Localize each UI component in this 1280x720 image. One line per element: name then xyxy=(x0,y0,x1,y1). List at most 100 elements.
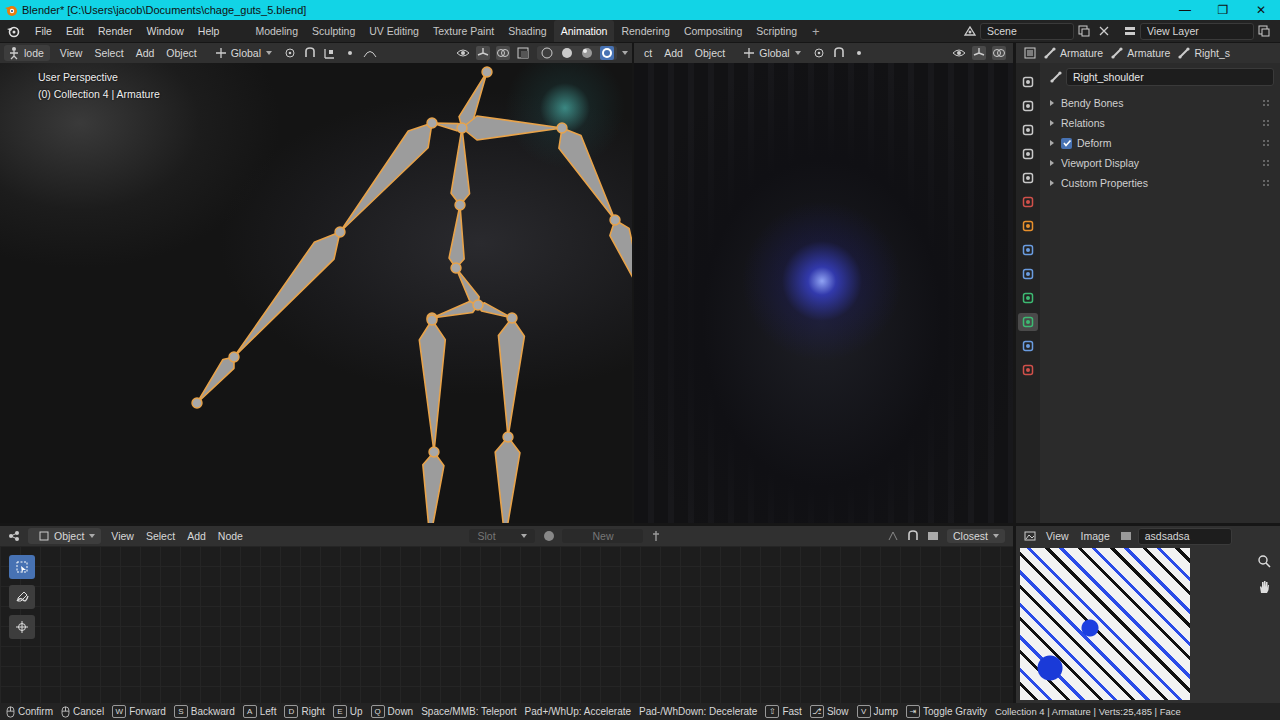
drag-handle-icon[interactable] xyxy=(1262,139,1270,147)
bone-name-field[interactable]: Right_shoulder xyxy=(1066,68,1274,86)
visibility-icon[interactable] xyxy=(456,46,470,60)
orientation-dropdown[interactable]: Global xyxy=(735,45,804,61)
properties-tab[interactable] xyxy=(1018,313,1038,331)
expand-arrow-icon[interactable] xyxy=(1050,120,1054,126)
proportional-edit-icon[interactable] xyxy=(852,46,866,60)
material-icon[interactable] xyxy=(542,529,556,543)
snap-icon[interactable] xyxy=(906,529,920,543)
bone[interactable] xyxy=(419,320,445,452)
header-menu-item[interactable]: Select xyxy=(88,47,129,59)
properties-tab[interactable] xyxy=(1018,145,1038,163)
drag-handle-icon[interactable] xyxy=(1262,99,1270,107)
properties-tab[interactable] xyxy=(1018,241,1038,259)
tool-button[interactable] xyxy=(9,585,35,609)
xray-icon[interactable] xyxy=(516,46,530,60)
image-browse-icon[interactable] xyxy=(1119,529,1133,543)
bone[interactable] xyxy=(451,128,469,205)
bone-joint[interactable] xyxy=(427,118,437,128)
bone-joint[interactable] xyxy=(503,432,513,442)
solid-shading-icon[interactable] xyxy=(560,46,574,60)
add-workspace-button[interactable]: + xyxy=(804,20,828,42)
bone-joint[interactable] xyxy=(429,447,439,457)
workspace-tab[interactable]: Scripting xyxy=(749,20,804,42)
properties-tab[interactable] xyxy=(1018,169,1038,187)
header-menu-item[interactable]: ct xyxy=(638,47,658,59)
header-menu-item[interactable]: Object xyxy=(160,47,202,59)
bone[interactable] xyxy=(498,318,524,437)
panel-checkbox[interactable] xyxy=(1061,138,1072,149)
header-menu-item[interactable]: Node xyxy=(212,530,249,542)
properties-tab[interactable] xyxy=(1018,361,1038,379)
bone-joint[interactable] xyxy=(473,300,483,310)
header-menu-item[interactable]: Image xyxy=(1075,530,1116,542)
header-menu-item[interactable]: Add xyxy=(130,47,161,59)
image-editor-icon[interactable] xyxy=(1023,529,1037,543)
close-icon[interactable] xyxy=(1097,24,1111,38)
expand-arrow-icon[interactable] xyxy=(1050,100,1054,106)
bone-joint[interactable] xyxy=(482,67,492,77)
workspace-tab[interactable]: Animation xyxy=(554,20,615,42)
properties-editor-icon[interactable] xyxy=(1023,46,1037,60)
scene-field[interactable]: Scene xyxy=(980,23,1074,40)
overlay-icon[interactable] xyxy=(496,46,510,60)
workspace-tab[interactable]: Compositing xyxy=(677,20,749,42)
gizmo-icon[interactable] xyxy=(972,46,986,60)
orientation-dropdown[interactable]: Global xyxy=(207,45,276,61)
bone-joint[interactable] xyxy=(557,123,567,133)
render-preview[interactable] xyxy=(634,63,1013,523)
properties-panel-header[interactable]: Deform xyxy=(1046,133,1274,153)
zoom-icon[interactable] xyxy=(1257,554,1271,568)
tool-button[interactable] xyxy=(9,555,35,579)
menu-item[interactable]: Render xyxy=(91,23,139,39)
tool-button[interactable] xyxy=(9,615,35,639)
view-layer-field[interactable]: View Layer xyxy=(1140,23,1254,40)
properties-tab[interactable] xyxy=(1018,337,1038,355)
pan-hand-icon[interactable] xyxy=(1257,580,1271,594)
drag-handle-icon[interactable] xyxy=(1262,119,1270,127)
wireframe-shading-icon[interactable] xyxy=(540,46,554,60)
properties-tab[interactable] xyxy=(1018,121,1038,139)
bone[interactable] xyxy=(432,301,478,318)
workspace-tab[interactable]: Shading xyxy=(501,20,554,42)
material-shading-icon[interactable] xyxy=(580,46,594,60)
shader-type-dropdown[interactable]: Object xyxy=(28,528,101,544)
mode-dropdown[interactable]: lode xyxy=(4,45,50,61)
expand-arrow-icon[interactable] xyxy=(1050,180,1054,186)
pivot-icon[interactable] xyxy=(283,46,297,60)
menu-item[interactable]: Help xyxy=(191,23,227,39)
properties-panel-header[interactable]: Custom Properties xyxy=(1046,173,1274,193)
properties-tab[interactable] xyxy=(1018,193,1038,211)
slot-dropdown[interactable]: Slot xyxy=(469,529,535,543)
workspace-tab[interactable]: Modeling xyxy=(248,20,305,42)
bone[interactable] xyxy=(610,220,632,300)
overlay-icon[interactable] xyxy=(992,46,1006,60)
properties-tab[interactable] xyxy=(1018,73,1038,91)
node-canvas[interactable] xyxy=(0,546,1013,703)
bone-joint[interactable] xyxy=(192,398,202,408)
bone[interactable] xyxy=(423,452,444,523)
bone-joint[interactable] xyxy=(451,263,461,273)
header-menu-item[interactable]: Add xyxy=(658,47,689,59)
workspace-tab[interactable]: Texture Paint xyxy=(426,20,501,42)
header-menu-item[interactable]: Select xyxy=(140,530,181,542)
bone[interactable] xyxy=(462,116,562,140)
properties-tab[interactable] xyxy=(1018,289,1038,307)
snap-element-icon[interactable] xyxy=(323,46,337,60)
editor-type-icon[interactable] xyxy=(7,529,21,543)
bone-joint[interactable] xyxy=(455,200,465,210)
bone-joint[interactable] xyxy=(610,215,620,225)
falloff-icon[interactable] xyxy=(363,46,377,60)
pin-icon[interactable] xyxy=(649,529,663,543)
image-canvas[interactable] xyxy=(1016,546,1280,703)
workspace-tab[interactable]: UV Editing xyxy=(362,20,426,42)
bone[interactable] xyxy=(559,128,615,220)
menu-item[interactable]: File xyxy=(28,23,59,39)
new-material-button[interactable]: New xyxy=(562,529,643,543)
window-control-button[interactable]: ❐ xyxy=(1204,0,1242,20)
menu-item[interactable]: Edit xyxy=(59,23,91,39)
header-menu-item[interactable]: View xyxy=(105,530,140,542)
blender-menu-icon[interactable] xyxy=(6,24,20,38)
bone-joint[interactable] xyxy=(229,352,239,362)
header-menu-item[interactable]: Add xyxy=(181,530,212,542)
proportional-edit-icon[interactable] xyxy=(343,46,357,60)
